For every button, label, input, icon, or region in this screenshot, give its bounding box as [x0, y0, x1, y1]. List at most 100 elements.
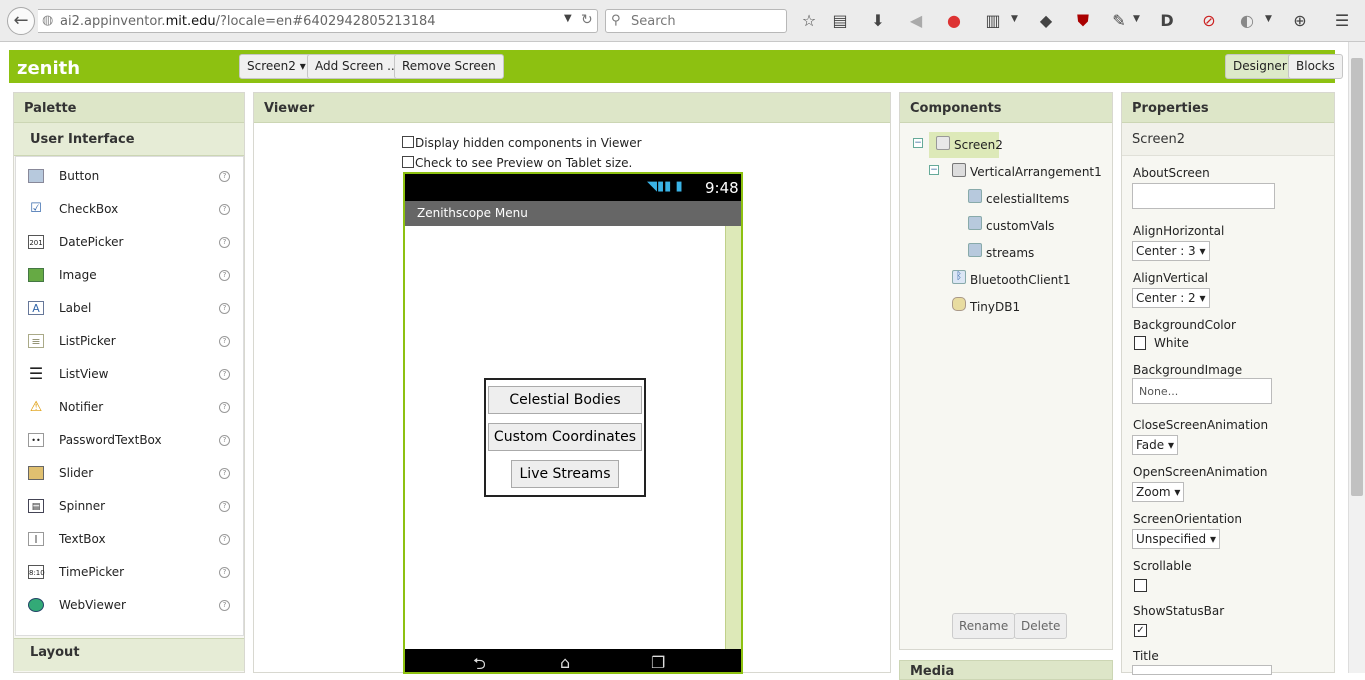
block-icon[interactable]: ⊘ [1199, 11, 1219, 30]
show-status-bar-checkbox[interactable]: ✓ [1134, 624, 1147, 637]
palette-item-checkbox[interactable]: ☑ CheckBox ? [16, 190, 245, 223]
globe-icon: ◍ [42, 13, 54, 28]
checkbox-box[interactable] [402, 136, 414, 148]
help-icon[interactable]: ? [219, 534, 230, 545]
palette-item-passwordtextbox[interactable]: •• PasswordTextBox ? [16, 421, 245, 454]
properties-title: Properties [1122, 93, 1334, 123]
help-icon[interactable]: ? [219, 402, 230, 413]
tree-item-custom-vals[interactable]: customVals [986, 219, 1054, 233]
scrollbar-thumb[interactable] [1351, 58, 1363, 496]
reading-list-icon[interactable]: ▤ [830, 11, 850, 30]
addon-icon[interactable]: ✎ [1109, 11, 1129, 30]
palette-item-listview[interactable]: ☰ ListView ? [16, 355, 245, 388]
blocks-button[interactable]: Blocks [1288, 54, 1343, 79]
signal-battery-icon: ◥▮▮ ▮ [647, 179, 683, 194]
designer-button[interactable]: Designer [1225, 54, 1295, 79]
title-label: Title [1133, 649, 1159, 663]
tree-item-tinydb[interactable]: TinyDB1 [970, 300, 1020, 314]
tree-item-celestial-items[interactable]: celestialItems [986, 192, 1069, 206]
help-icon[interactable]: ? [219, 171, 230, 182]
palette-section-layout[interactable]: Layout [14, 638, 244, 671]
tablet-preview-checkbox[interactable]: Check to see Preview on Tablet size. [402, 156, 632, 170]
extension-icon[interactable]: ◆ [1036, 11, 1056, 30]
palette-item-spinner[interactable]: ▤ Spinner ? [16, 487, 245, 520]
align-vertical-dropdown[interactable]: Center : 2 ▾ [1132, 288, 1210, 308]
tree-item-streams[interactable]: streams [986, 246, 1034, 260]
color-swatch[interactable] [1134, 336, 1146, 350]
dashlane-icon[interactable]: D [1157, 11, 1177, 30]
timepicker-icon: 8:10 [28, 565, 45, 579]
screen-selector-button[interactable]: Screen2 ▾ [239, 54, 314, 79]
about-screen-textarea[interactable] [1132, 183, 1275, 209]
help-icon[interactable]: ? [219, 270, 230, 281]
palette-item-listpicker[interactable]: ≡ ListPicker ? [16, 322, 245, 355]
help-icon[interactable]: ? [219, 336, 230, 347]
help-icon[interactable]: ? [219, 567, 230, 578]
clipboard-dropdown-icon[interactable]: ▼ [1011, 14, 1018, 24]
help-icon[interactable]: ? [219, 501, 230, 512]
hidden-components-checkbox[interactable]: Display hidden components in Viewer [402, 136, 642, 150]
textbox-icon: I [28, 532, 44, 546]
live-streams-button[interactable]: Live Streams [511, 460, 619, 488]
celestial-bodies-button[interactable]: Celestial Bodies [488, 386, 642, 414]
help-icon[interactable]: ? [219, 600, 230, 611]
tree-item-screen2[interactable]: Screen2 [954, 138, 1003, 152]
background-image-field[interactable]: None... [1132, 378, 1272, 404]
align-horizontal-dropdown[interactable]: Center : 3 ▾ [1132, 241, 1210, 261]
help-icon[interactable]: ? [219, 204, 230, 215]
url-dropdown-icon[interactable]: ▼ [564, 13, 572, 24]
palette-item-datepicker[interactable]: 201 DatePicker ? [16, 223, 245, 256]
close-animation-dropdown[interactable]: Fade ▾ [1132, 435, 1178, 455]
palette-item-image[interactable]: Image ? [16, 256, 245, 289]
listpicker-icon: ≡ [28, 334, 44, 348]
screen-orientation-dropdown[interactable]: Unspecified ▾ [1132, 529, 1220, 549]
checkbox-box[interactable] [402, 156, 414, 168]
add-screen-button[interactable]: Add Screen ... [307, 54, 407, 79]
vertical-arrangement[interactable]: Celestial Bodies Custom Coordinates Live… [484, 378, 646, 497]
help-icon[interactable]: ? [219, 435, 230, 446]
send-icon[interactable]: ◀ [906, 11, 926, 30]
back-button[interactable]: ← [7, 7, 35, 35]
help-icon[interactable]: ? [219, 468, 230, 479]
palette-item-webviewer[interactable]: WebViewer ? [16, 586, 245, 619]
tree-item-vertical-arrangement[interactable]: VerticalArrangement1 [970, 165, 1102, 179]
url-bar[interactable]: ◍ ai2.appinventor.mit.edu/?locale=en#640… [38, 9, 598, 33]
profile-icon[interactable]: ◐ [1237, 11, 1257, 30]
search-bar[interactable]: ⚲ Search [605, 9, 787, 33]
palette-item-slider[interactable]: Slider ? [16, 454, 245, 487]
home-nav-icon: ⌂ [560, 653, 571, 672]
help-icon[interactable]: ? [219, 303, 230, 314]
ublock-icon[interactable]: ⛊ [1073, 11, 1093, 31]
custom-coordinates-button[interactable]: Custom Coordinates [488, 423, 642, 451]
palette-item-notifier[interactable]: ⚠ Notifier ? [16, 388, 245, 421]
search-input[interactable]: Search [631, 14, 676, 29]
addon-dropdown-icon[interactable]: ▼ [1133, 14, 1140, 24]
palette-item-timepicker[interactable]: 8:10 TimePicker ? [16, 553, 245, 586]
download-icon[interactable]: ⬇ [868, 11, 888, 30]
open-animation-dropdown[interactable]: Zoom ▾ [1132, 482, 1185, 502]
scrollable-checkbox[interactable] [1134, 579, 1147, 592]
palette-item-button[interactable]: Button ? [16, 157, 245, 190]
background-color-value[interactable]: White [1154, 336, 1189, 350]
arrangement-icon [952, 163, 966, 177]
extension-color-icon[interactable]: ● [944, 11, 964, 30]
help-icon[interactable]: ? [219, 237, 230, 248]
palette-section-user-interface[interactable]: User Interface [14, 123, 244, 156]
reload-icon[interactable]: ↻ [581, 12, 593, 28]
bookmark-star-icon[interactable]: ☆ [799, 11, 819, 30]
tree-item-bluetooth-client[interactable]: BluetoothClient1 [970, 273, 1071, 287]
profile-dropdown-icon[interactable]: ▼ [1265, 14, 1272, 24]
delete-button[interactable]: Delete [1014, 613, 1068, 639]
rename-button[interactable]: Rename [952, 613, 1016, 639]
collapse-icon[interactable]: − [929, 165, 939, 175]
clipboard-icon[interactable]: ▥ [983, 11, 1003, 30]
network-icon[interactable]: ⊕ [1290, 11, 1310, 30]
palette-item-label[interactable]: A Label ? [16, 289, 245, 322]
collapse-icon[interactable]: − [913, 138, 923, 148]
page-scrollbar[interactable] [1348, 42, 1365, 673]
title-field[interactable] [1132, 665, 1272, 675]
palette-item-textbox[interactable]: I TextBox ? [16, 520, 245, 553]
menu-icon[interactable]: ☰ [1332, 11, 1352, 30]
remove-screen-button[interactable]: Remove Screen [394, 54, 504, 79]
help-icon[interactable]: ? [219, 369, 230, 380]
